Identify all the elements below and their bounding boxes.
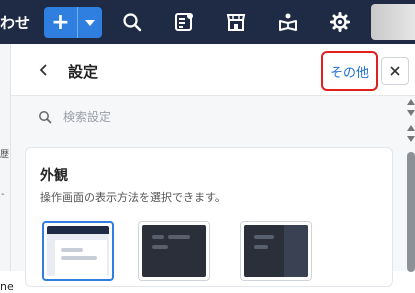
add-button-group: + [44, 7, 102, 38]
chevron-left-icon [39, 64, 47, 76]
theme-option-dark[interactable] [138, 221, 210, 281]
assignment-icon[interactable] [173, 11, 195, 33]
panel-scrollbar[interactable] [406, 96, 415, 272]
add-dropdown-button[interactable] [78, 7, 102, 38]
chevron-down-icon [85, 19, 95, 26]
background-text-fragment: ne [0, 280, 14, 293]
page-title: 設定 [68, 63, 99, 81]
theme-option-mixed[interactable] [240, 221, 312, 281]
background-text-fragment: 歴 [0, 150, 10, 160]
gear-icon[interactable] [329, 11, 351, 33]
store-icon[interactable] [225, 11, 247, 33]
appearance-card: 外観 操作画面の表示方法を選択できます。 [25, 147, 393, 287]
back-button[interactable] [35, 60, 51, 80]
top-navigation-bar: わせ + [0, 0, 415, 44]
more-button[interactable]: その他 [321, 51, 378, 91]
close-button[interactable] [381, 57, 409, 85]
settings-panel: 設定 その他 外観 操作画面の表示方法を選択できます。 [10, 44, 415, 287]
appearance-title: 外観 [40, 168, 68, 184]
theme-option-light[interactable] [42, 221, 114, 281]
add-button[interactable]: + [44, 7, 78, 38]
scroll-up-arrow[interactable] [407, 99, 415, 105]
search-input[interactable] [63, 105, 383, 129]
search-icon [39, 111, 52, 124]
settings-panel-header: 設定 その他 [11, 44, 415, 96]
scroll-thumb[interactable] [407, 152, 415, 272]
settings-search [11, 97, 401, 137]
scroll-down-arrow[interactable] [407, 110, 415, 116]
scroll-up-arrow[interactable] [407, 125, 415, 131]
close-icon [390, 66, 400, 76]
scroll-down-arrow[interactable] [407, 136, 415, 142]
appearance-description: 操作画面の表示方法を選択できます。 [40, 191, 226, 204]
background-text-fragment: - [1, 189, 5, 200]
background-page-edge: 歴 - ne [0, 44, 14, 293]
avatar[interactable] [371, 4, 415, 40]
nav-truncated-text[interactable]: わせ [0, 12, 30, 33]
book-icon[interactable] [277, 11, 299, 33]
search-icon[interactable] [121, 11, 143, 33]
